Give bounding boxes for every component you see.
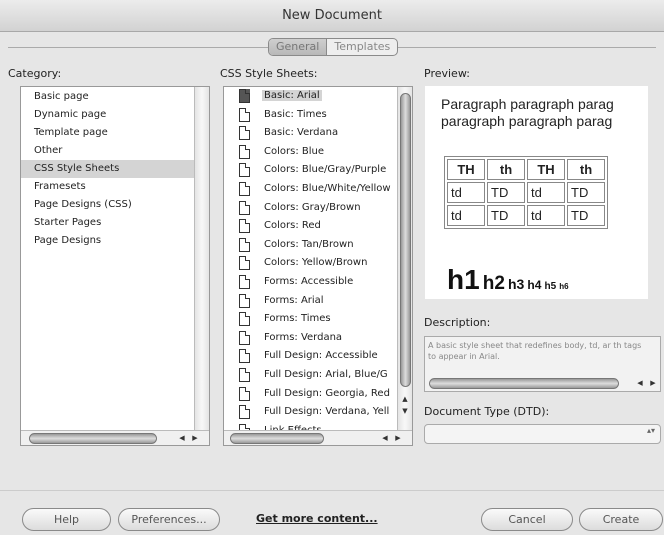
description-text: A basic style sheet that redefines body,… [428,341,642,361]
preview-paragraph: Paragraph paragraph parag paragraph para… [441,96,614,129]
css-sheet-item[interactable]: Colors: Blue [224,143,397,162]
description-box: A basic style sheet that redefines body,… [424,336,661,392]
scroll-left-icon[interactable]: ◀ [379,432,391,444]
css-sheet-item[interactable]: Forms: Arial [224,292,397,311]
category-item-css-style-sheets[interactable]: CSS Style Sheets [21,160,194,178]
document-icon [239,200,250,215]
document-icon [239,330,250,345]
preview-headings: h1 h2 h3 h4 h5 h6 [447,264,569,295]
footer-divider [0,490,664,491]
css-sheet-item[interactable]: Colors: Blue/Gray/Purple [224,161,397,180]
select-arrows-icon[interactable]: ▴▾ [644,427,658,441]
css-sheet-item[interactable]: Colors: Yellow/Brown [224,254,397,273]
css-sheet-item[interactable]: Full Design: Georgia, Red [224,385,397,404]
css-sheet-item[interactable]: Full Design: Verdana, Yell [224,403,397,422]
css-sheet-item[interactable]: Colors: Blue/White/Yellow [224,180,397,199]
document-icon [239,89,250,103]
tab-general[interactable]: General [269,39,328,55]
scroll-left-icon[interactable]: ◀ [634,377,646,389]
category-item-starter-pages[interactable]: Starter Pages [21,214,194,232]
tab-bar: General Templates [268,38,399,56]
css-sheet-item[interactable]: Colors: Tan/Brown [224,236,397,255]
css-sheet-item[interactable]: Colors: Red [224,217,397,236]
cancel-button[interactable]: Cancel [481,508,573,531]
category-hscroll-thumb[interactable] [29,433,157,444]
document-icon [239,274,250,289]
create-button[interactable]: Create [579,508,663,531]
css-sheet-item[interactable]: Forms: Accessible [224,273,397,292]
css-sheet-item[interactable]: Basic: Verdana [224,124,397,143]
css-sheets-vertical-scrollbar[interactable]: ▲ ▼ [397,87,412,430]
scroll-right-icon[interactable]: ▶ [392,432,404,444]
window-title: New Document [0,0,664,32]
scroll-right-icon[interactable]: ▶ [647,377,659,389]
description-hscroll-thumb[interactable] [429,378,619,389]
css-sheet-item[interactable]: Basic: Times [224,106,397,125]
document-icon [239,293,250,308]
document-type-select[interactable]: ▴▾ [424,424,661,444]
scroll-up-icon[interactable]: ▲ [399,393,411,405]
scroll-down-icon[interactable]: ▼ [399,405,411,417]
document-icon [239,181,250,196]
scroll-right-icon[interactable]: ▶ [189,432,201,444]
preview-table: TH th TH th td TD td TD td TD td TD [444,156,608,229]
preview-label: Preview: [424,67,470,80]
category-item-basic-page[interactable]: Basic page [21,88,194,106]
document-icon [239,386,250,401]
document-icon [239,144,250,159]
css-sheet-item[interactable]: Colors: Gray/Brown [224,199,397,218]
new-document-dialog: New Document General Templates Category:… [0,0,664,535]
category-vertical-scrollbar[interactable] [194,87,209,430]
document-icon [239,312,250,327]
preferences-button[interactable]: Preferences... [118,508,220,531]
category-item-template-page[interactable]: Template page [21,124,194,142]
document-type-label: Document Type (DTD): [424,405,550,418]
css-sheets-vscroll-thumb[interactable] [400,93,411,387]
description-horizontal-scrollbar[interactable]: ◀ ▶ [425,376,660,391]
get-more-content-link[interactable]: Get more content... [256,512,378,525]
css-sheet-item[interactable]: Forms: Times [224,310,397,329]
document-icon [239,237,250,252]
category-item-other[interactable]: Other [21,142,194,160]
document-icon [239,219,250,234]
category-horizontal-scrollbar[interactable]: ◀ ▶ [21,430,209,445]
css-style-sheets-list[interactable]: Basic: Arial Basic: Times Basic: Verdana… [223,86,413,446]
css-sheets-hscroll-thumb[interactable] [230,433,324,444]
css-sheet-item[interactable]: Basic: Arial [224,87,397,106]
css-sheet-item[interactable]: Forms: Verdana [224,329,397,348]
document-icon [239,367,250,382]
category-item-dynamic-page[interactable]: Dynamic page [21,106,194,124]
category-item-page-designs[interactable]: Page Designs [21,232,194,250]
category-item-framesets[interactable]: Framesets [21,178,194,196]
help-button[interactable]: Help [22,508,111,531]
document-icon [239,256,250,271]
css-sheets-horizontal-scrollbar[interactable]: ◀ ▶ [224,430,412,445]
category-item-page-designs-css[interactable]: Page Designs (CSS) [21,196,194,214]
preview-pane: Paragraph paragraph parag paragraph para… [425,86,648,299]
document-icon [239,107,250,122]
css-style-sheets-label: CSS Style Sheets: [220,67,318,80]
description-label: Description: [424,316,491,329]
document-icon [239,349,250,364]
tab-templates[interactable]: Templates [327,39,397,55]
document-icon [239,126,250,141]
category-label: Category: [8,67,62,80]
scroll-left-icon[interactable]: ◀ [176,432,188,444]
document-icon [239,405,250,420]
document-icon [239,163,250,178]
category-list[interactable]: Basic page Dynamic page Template page Ot… [20,86,210,446]
css-sheet-item[interactable]: Full Design: Arial, Blue/G [224,366,397,385]
css-sheet-item[interactable]: Full Design: Accessible [224,347,397,366]
